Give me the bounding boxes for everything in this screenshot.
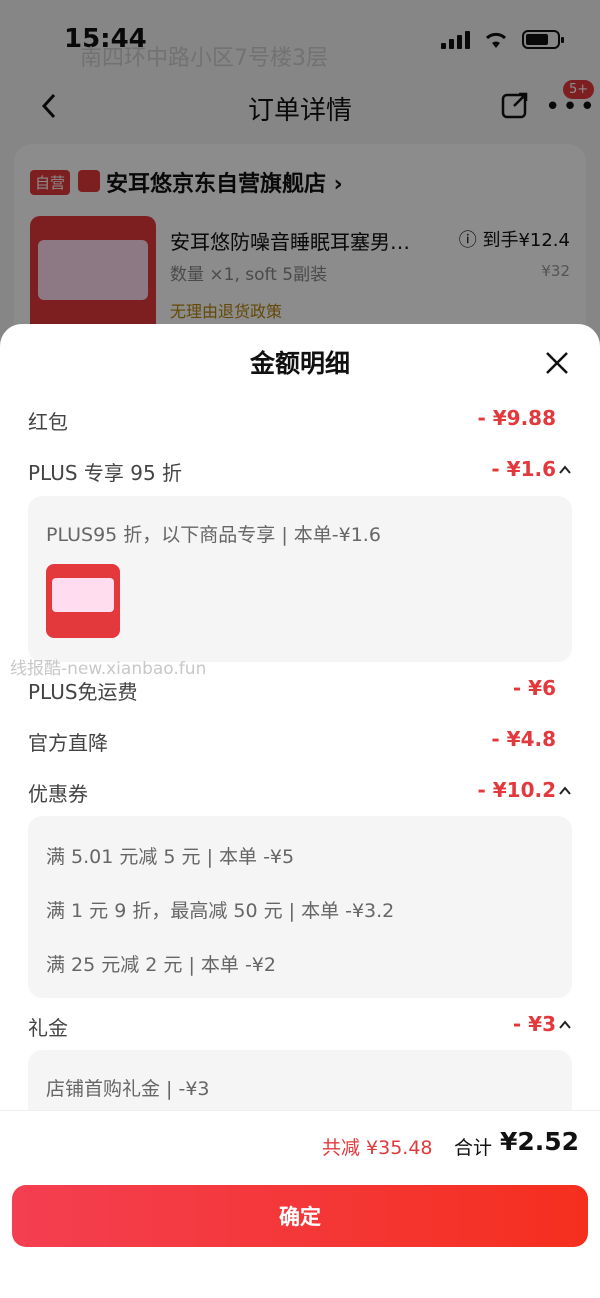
row-label: PLUS 专享 95 折 [28, 461, 183, 485]
plus-detail-panel: PLUS95 折，以下商品专享 | 本单-¥1.6 [28, 496, 572, 662]
chevron-up-icon[interactable] [558, 784, 572, 798]
row-hongbao: 红包 - ¥9.88 [28, 404, 572, 438]
coupon-detail-line: 满 25 元减 2 元 | 本单 -¥2 [46, 954, 276, 976]
row-label: 优惠券 [28, 782, 88, 806]
coupon-detail-line: 满 1 元 9 折，最高减 50 元 | 本单 -¥3.2 [46, 900, 395, 922]
sheet-title: 金额明细 [249, 349, 350, 378]
product-thumbnail [46, 564, 120, 638]
row-amount: - ¥9.88 [477, 406, 556, 430]
confirm-button[interactable]: 确定 [12, 1185, 588, 1247]
gift-detail-text: 店铺首购礼金 | -¥3 [46, 1078, 210, 1100]
row-label: 礼金 [28, 1016, 68, 1040]
chevron-up-icon[interactable] [558, 1018, 572, 1032]
plus-detail-text: PLUS95 折，以下商品专享 | 本单-¥1.6 [46, 524, 381, 546]
row-amount: - ¥4.8 [491, 727, 556, 751]
row-label: PLUS免运费 [28, 680, 138, 704]
row-gift-money[interactable]: 礼金 - ¥3 [28, 1010, 572, 1044]
row-amount: - ¥1.6 [491, 457, 556, 481]
total-savings: 共减 ¥35.48 [322, 1137, 433, 1159]
total-label: 合计 [454, 1137, 493, 1159]
coupon-detail-panel: 满 5.01 元减 5 元 | 本单 -¥5 满 1 元 9 折，最高减 50 … [28, 816, 572, 998]
row-official-discount: 官方直降 - ¥4.8 [28, 725, 572, 759]
coupon-detail-line: 满 5.01 元减 5 元 | 本单 -¥5 [46, 846, 295, 868]
amount-detail-sheet: 金额明细 红包 - ¥9.88 PLUS 专享 95 折 - ¥1.6 PLUS… [0, 324, 600, 1298]
row-plus-free-shipping: PLUS免运费 - ¥6 [28, 674, 572, 708]
row-label: 官方直降 [28, 731, 108, 755]
row-amount: - ¥6 [512, 676, 556, 700]
row-amount: - ¥10.2 [477, 778, 556, 802]
row-coupon[interactable]: 优惠券 - ¥10.2 [28, 776, 572, 810]
row-plus-discount[interactable]: PLUS 专享 95 折 - ¥1.6 [28, 455, 572, 489]
total-value: ¥2.52 [500, 1127, 580, 1156]
row-amount: - ¥3 [512, 1012, 556, 1036]
chevron-up-icon[interactable] [558, 463, 572, 477]
row-label: 红包 [28, 410, 68, 434]
sheet-footer: 共减 ¥35.48 合计 ¥2.52 确定 [0, 1110, 600, 1298]
close-icon[interactable] [544, 350, 570, 376]
